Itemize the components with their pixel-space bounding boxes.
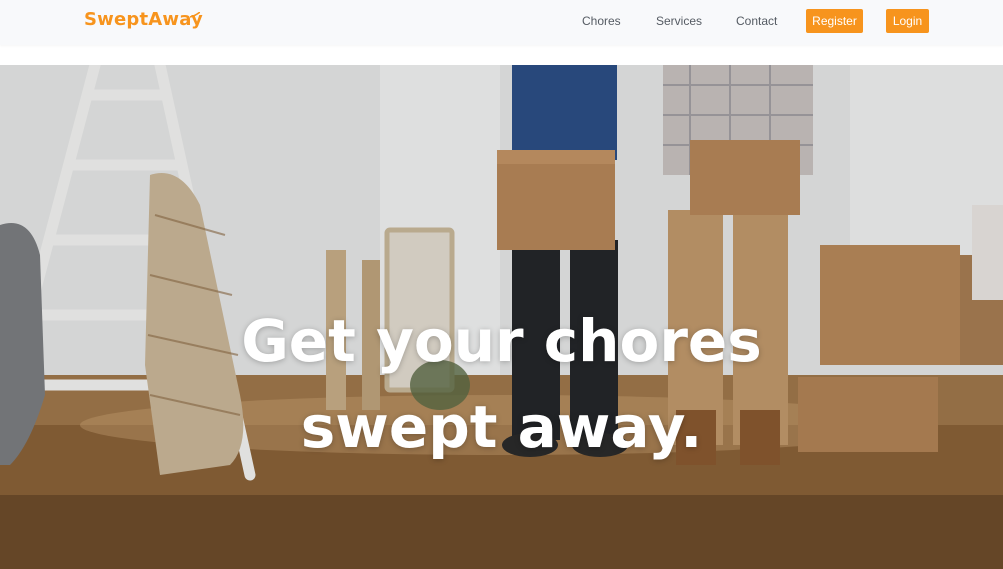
brand-logo[interactable]: SweptAway (84, 9, 203, 30)
register-button[interactable]: Register (806, 9, 863, 33)
hero-banner: Get your chores swept away. (0, 65, 1003, 569)
nav-link-contact[interactable]: Contact (736, 14, 777, 28)
hero-headline-line-2: swept away. (300, 393, 703, 461)
logo-swoosh-icon (190, 12, 200, 18)
login-button[interactable]: Login (886, 9, 929, 33)
nav-link-chores[interactable]: Chores (582, 14, 621, 28)
hero-headline-line-1: Get your chores (241, 307, 762, 375)
top-navbar: SweptAway Chores Services Contact Regist… (0, 0, 1003, 45)
hero-headline: Get your chores swept away. (0, 298, 1003, 470)
nav-link-services[interactable]: Services (656, 14, 702, 28)
